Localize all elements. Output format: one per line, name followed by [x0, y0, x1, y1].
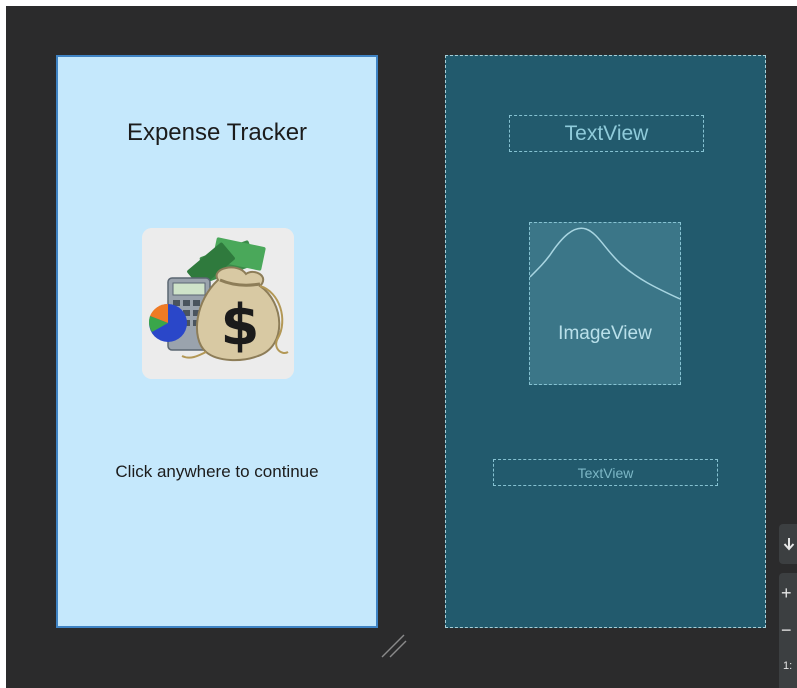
- top-edge: [0, 0, 797, 6]
- continue-prompt-text[interactable]: Click anywhere to continue: [58, 462, 376, 482]
- subtitle-textview-placeholder[interactable]: TextView: [493, 459, 718, 486]
- zoom-level-indicator[interactable]: 1:: [783, 660, 792, 672]
- app-title-text[interactable]: Expense Tracker: [58, 119, 376, 147]
- design-preview[interactable]: Expense Tracker $ Click anywhere to cont…: [56, 55, 378, 628]
- zoom-in-button[interactable]: +: [781, 584, 797, 602]
- layout-editor-canvas: Expense Tracker $ Click anywhere to cont…: [0, 0, 797, 688]
- arrow-down-icon: [783, 538, 795, 551]
- money-bag-image[interactable]: $: [142, 228, 294, 379]
- left-edge: [0, 0, 6, 688]
- mountain-placeholder-icon: [530, 227, 680, 300]
- svg-text:$: $: [221, 293, 260, 358]
- imageview-placeholder[interactable]: ImageView: [529, 222, 681, 385]
- money-bag-icon: $: [142, 228, 294, 379]
- zoom-out-button[interactable]: −: [781, 621, 797, 639]
- resize-handle-icon[interactable]: [380, 627, 408, 659]
- imageview-label: ImageView: [558, 323, 652, 344]
- pan-button[interactable]: [779, 524, 797, 564]
- blueprint-preview[interactable]: TextView ImageView TextView: [445, 55, 766, 628]
- title-textview-placeholder[interactable]: TextView: [509, 115, 704, 152]
